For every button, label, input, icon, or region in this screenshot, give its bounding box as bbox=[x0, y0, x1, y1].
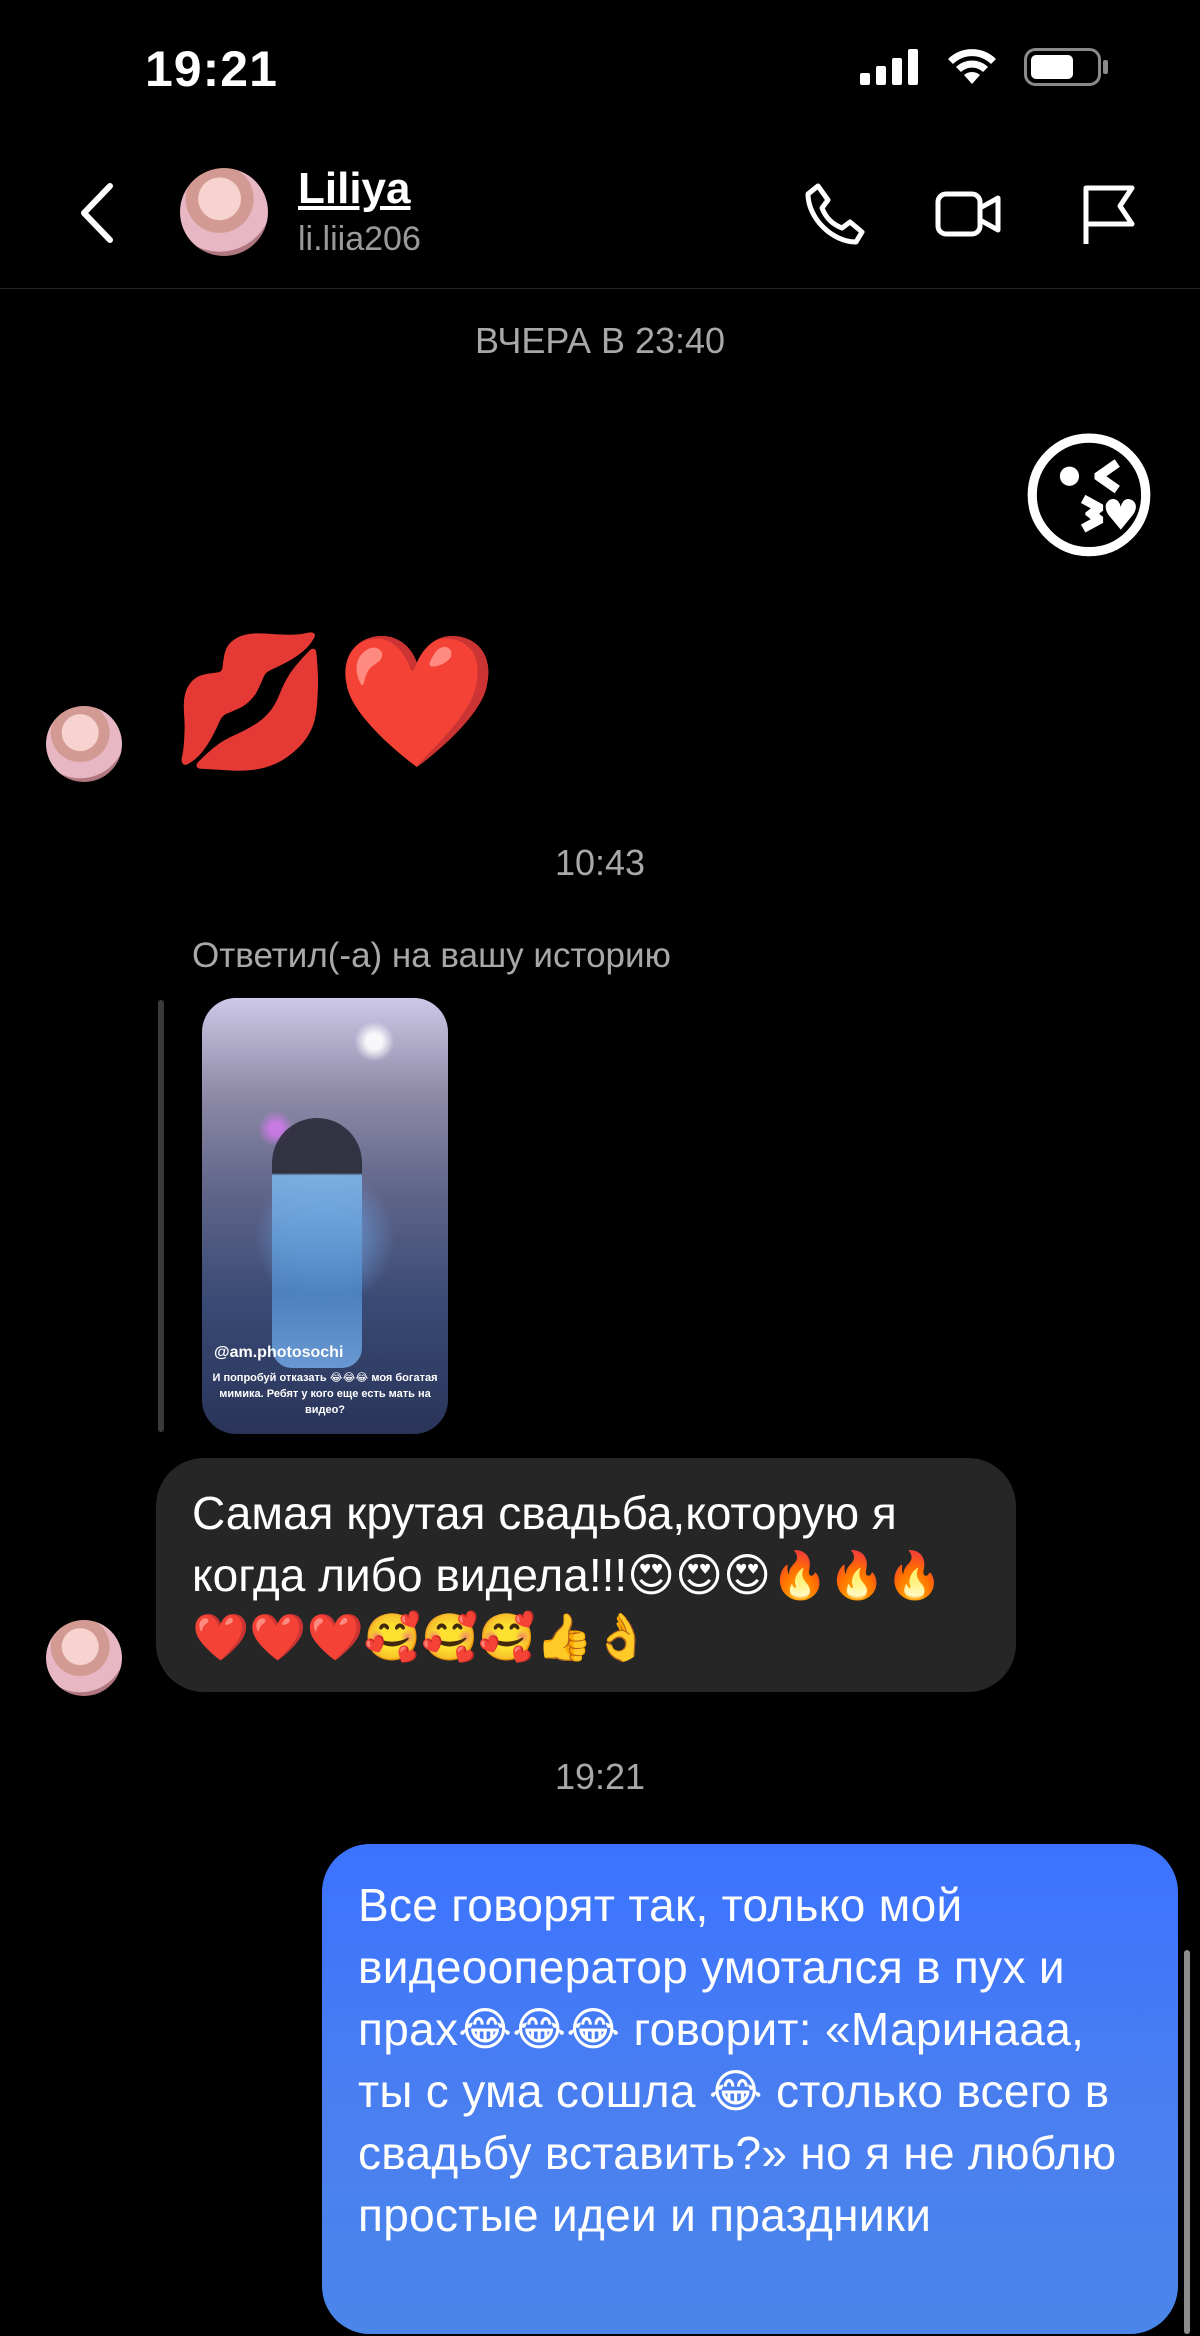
status-icons bbox=[860, 48, 1110, 86]
battery-icon bbox=[1024, 48, 1108, 86]
contact-username: li.liia206 bbox=[298, 220, 421, 258]
sender-avatar[interactable] bbox=[46, 1620, 122, 1696]
back-arrow-icon[interactable] bbox=[70, 178, 130, 248]
received-emoji-message[interactable]: 💋❤️ bbox=[170, 636, 502, 766]
time-separator: 19:21 bbox=[554, 1756, 646, 1797]
story-thumbnail[interactable]: @am.photosochi И попробуй отказать 😂😂😂 м… bbox=[202, 998, 448, 1434]
status-time: 19:21 bbox=[145, 41, 278, 97]
story-caption: И попробуй отказать 😂😂😂 моя богатая мими… bbox=[212, 1372, 438, 1416]
time-separator: 10:43 bbox=[554, 842, 646, 883]
sender-avatar[interactable] bbox=[46, 706, 122, 782]
phone-icon[interactable] bbox=[798, 178, 870, 250]
sent-emoji-message[interactable]: 😘 bbox=[1016, 428, 1162, 568]
contact-name[interactable]: Liliya bbox=[298, 164, 411, 214]
flag-icon[interactable] bbox=[1072, 178, 1144, 250]
status-bar: 19:21 bbox=[0, 0, 1200, 140]
story-image-figure bbox=[272, 1118, 362, 1368]
scrollbar[interactable] bbox=[1184, 1950, 1190, 2334]
avatar[interactable] bbox=[180, 168, 268, 256]
video-camera-icon[interactable] bbox=[932, 178, 1004, 250]
story-reply-label: Ответил(-а) на вашу историю bbox=[192, 936, 671, 975]
signal-icon bbox=[860, 49, 918, 85]
date-separator: ВЧЕРА В 23:40 bbox=[474, 320, 726, 361]
received-message-text: Самая крутая свадьба,которую я когда либ… bbox=[192, 1487, 943, 1663]
reply-indicator-bar bbox=[158, 1000, 164, 1432]
received-message-bubble[interactable]: Самая крутая свадьба,которую я когда либ… bbox=[156, 1458, 1016, 1692]
story-mention: @am.photosochi bbox=[214, 1344, 344, 1361]
sent-message-bubble[interactable]: Все говорят так, только мой видеооперато… bbox=[322, 1844, 1178, 2334]
sent-message-text: Все говорят так, только мой видеооперато… bbox=[358, 1879, 1117, 2241]
wifi-icon bbox=[948, 49, 996, 84]
chat-header: Liliya li.liia206 bbox=[0, 140, 1200, 289]
